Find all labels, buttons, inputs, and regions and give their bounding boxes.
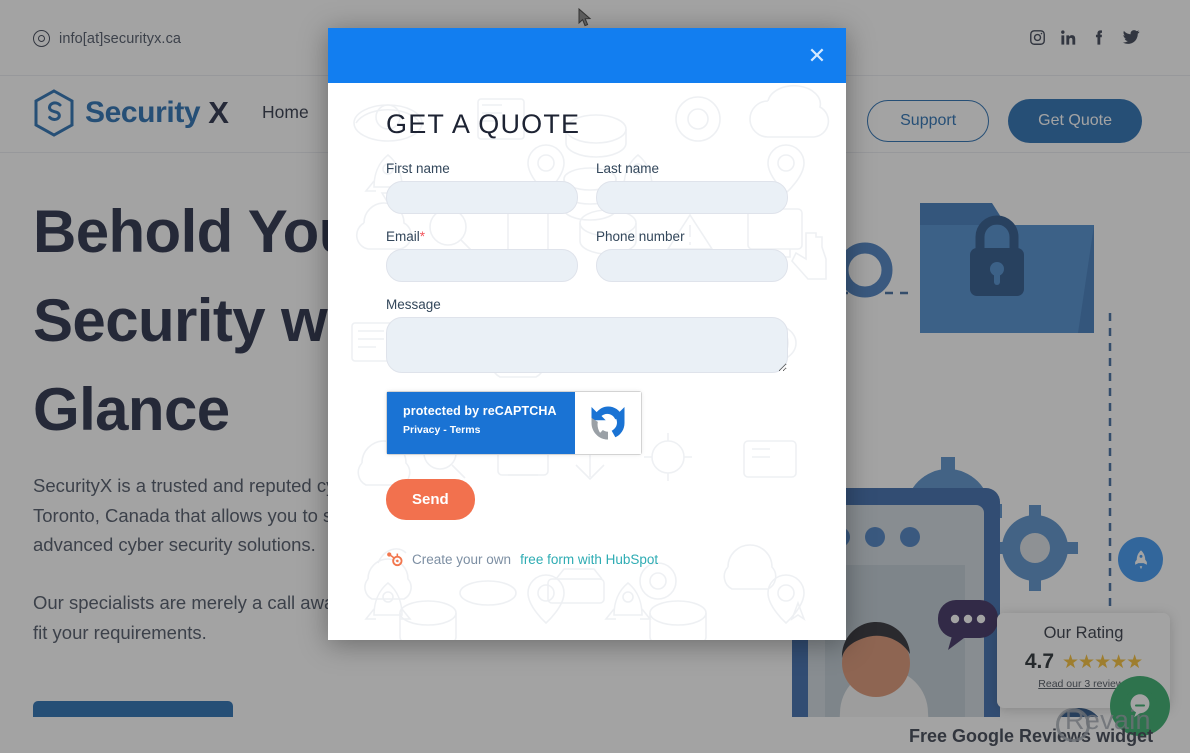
email-input[interactable] [386, 249, 578, 282]
modal-body: GET A QUOTE First name Last name Email* [328, 83, 846, 640]
last-name-input[interactable] [596, 181, 788, 214]
phone-input[interactable] [596, 249, 788, 282]
message-row: Message [386, 297, 788, 373]
hubspot-link[interactable]: free form with HubSpot [520, 552, 658, 567]
recaptcha-title: protected by reCAPTCHA [403, 404, 557, 418]
get-a-quote-modal: ✕ GET A QUOTE First name Last name Email… [328, 28, 846, 640]
phone-field: Phone number [596, 229, 788, 282]
message-label: Message [386, 297, 441, 312]
email-field: Email* [386, 229, 578, 282]
hubspot-sprocket-icon [387, 552, 403, 567]
contact-row: Email* Phone number [386, 229, 788, 282]
quote-form: GET A QUOTE First name Last name Email* [328, 83, 846, 568]
first-name-label: First name [386, 161, 450, 176]
mouse-cursor [578, 8, 592, 27]
close-icon[interactable]: ✕ [803, 42, 831, 70]
recaptcha-text-block: protected by reCAPTCHA Privacy - Terms [387, 392, 575, 454]
first-name-input[interactable] [386, 181, 578, 214]
phone-label: Phone number [596, 229, 685, 244]
required-mark: * [419, 229, 426, 244]
name-row: First name Last name [386, 161, 788, 214]
modal-header: ✕ [328, 28, 846, 83]
hubspot-prefix: Create your own [412, 552, 512, 567]
email-label: Email* [386, 229, 578, 244]
recaptcha-badge[interactable]: protected by reCAPTCHA Privacy - Terms [386, 391, 642, 455]
first-name-field: First name [386, 161, 578, 214]
page-root: info[at]securityx.ca Security X Home Sup… [0, 0, 1190, 753]
last-name-label: Last name [596, 161, 660, 176]
send-button[interactable]: Send [386, 479, 475, 520]
recaptcha-logo [575, 392, 641, 454]
form-title: GET A QUOTE [386, 109, 581, 139]
recaptcha-subtitle[interactable]: Privacy - Terms [403, 424, 575, 436]
message-input[interactable] [386, 317, 788, 373]
email-label-text: Email [386, 229, 420, 244]
hubspot-attribution: Create your own free form with HubSpot [386, 551, 788, 568]
recaptcha-icon [591, 406, 625, 440]
message-field: Message [386, 297, 788, 373]
last-name-field: Last name [596, 161, 788, 214]
